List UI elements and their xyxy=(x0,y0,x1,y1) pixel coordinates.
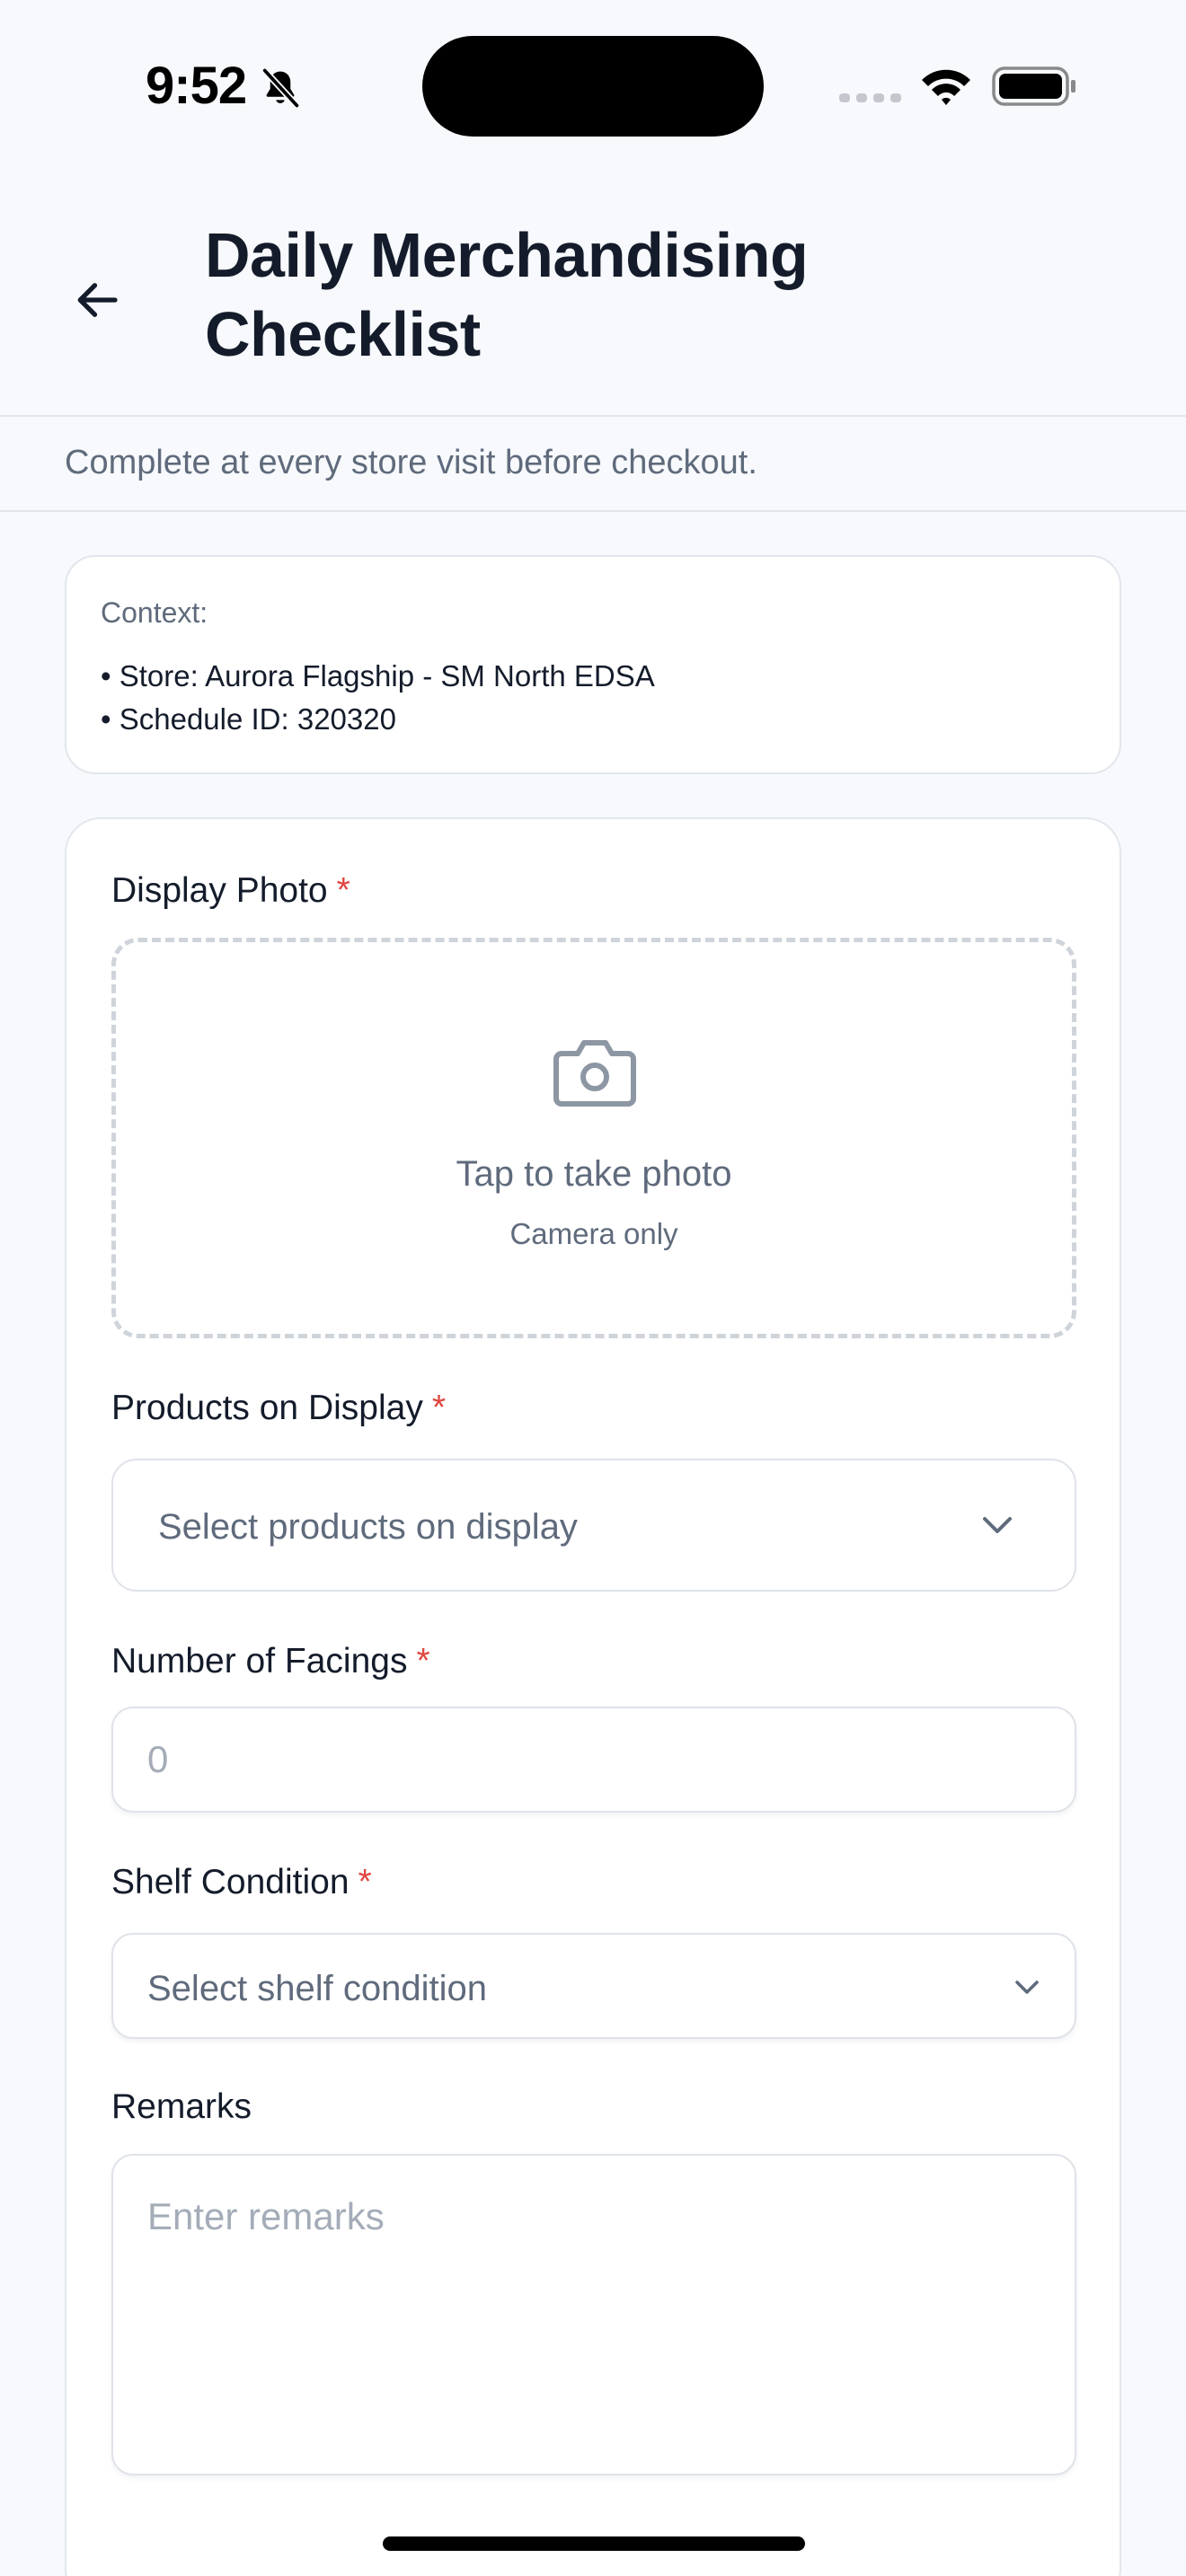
shelf-condition-select[interactable]: Select shelf condition xyxy=(111,1933,1076,2039)
camera-icon xyxy=(553,1040,636,1107)
cellular-signal-icon xyxy=(839,93,901,102)
arrow-left-icon xyxy=(77,283,118,317)
remarks-textarea[interactable] xyxy=(111,2154,1076,2475)
photo-capture-title: Tap to take photo xyxy=(456,1154,732,1194)
number-of-facings-label: Number of Facings * xyxy=(111,1642,430,1681)
wifi-icon xyxy=(922,69,970,105)
number-of-facings-input[interactable] xyxy=(111,1707,1076,1813)
chevron-down-icon xyxy=(1015,1981,1039,1994)
products-on-display-select[interactable]: Select products on display xyxy=(111,1459,1076,1592)
remarks-label: Remarks xyxy=(111,2087,252,2127)
battery-icon xyxy=(992,66,1075,106)
required-mark: * xyxy=(431,1389,447,1427)
display-photo-label: Display Photo * xyxy=(111,871,350,911)
photo-capture-hint: Camera only xyxy=(509,1217,678,1250)
context-store-line: • Store: Aurora Flagship - SM North EDSA xyxy=(101,659,655,693)
products-on-display-label: Products on Display * xyxy=(111,1389,446,1428)
subtitle-bar: Complete at every store visit before che… xyxy=(0,417,1186,512)
products-on-display-label-text: Products on Display xyxy=(111,1389,423,1427)
required-mark: * xyxy=(358,1863,372,1901)
display-photo-label-text: Display Photo xyxy=(111,871,328,910)
back-button[interactable] xyxy=(54,257,140,343)
bell-slash-icon xyxy=(261,66,301,110)
chevron-down-icon xyxy=(983,1517,1012,1533)
home-indicator[interactable] xyxy=(383,2536,805,2551)
photo-capture-area[interactable]: Tap to take photo Camera only xyxy=(111,938,1076,1338)
status-time: 9:52 xyxy=(146,57,247,115)
status-bar: 9:52 xyxy=(0,0,1186,171)
checklist-form: Display Photo * Tap to take photo Camera … xyxy=(65,817,1121,2576)
shelf-condition-placeholder: Select shelf condition xyxy=(147,1969,488,2008)
products-select-placeholder: Select products on display xyxy=(158,1507,578,1547)
required-mark: * xyxy=(336,871,350,910)
required-mark: * xyxy=(416,1642,430,1681)
remarks-label-text: Remarks xyxy=(111,2087,252,2126)
dynamic-island xyxy=(422,36,764,137)
context-schedule-line: • Schedule ID: 320320 xyxy=(101,702,396,736)
number-of-facings-label-text: Number of Facings xyxy=(111,1642,408,1681)
app-header: Daily Merchandising Checklist xyxy=(0,171,1186,417)
screen: 9:52 Daily Merchandising Checklist Compl… xyxy=(0,0,1186,2576)
page-title: Daily Merchandising Checklist xyxy=(205,220,809,369)
page-subtitle: Complete at every store visit before che… xyxy=(65,444,757,481)
context-card: Context: • Store: Aurora Flagship - SM N… xyxy=(65,555,1121,774)
context-label: Context: xyxy=(101,596,208,629)
shelf-condition-label: Shelf Condition * xyxy=(111,1863,372,1902)
shelf-condition-label-text: Shelf Condition xyxy=(111,1863,350,1901)
